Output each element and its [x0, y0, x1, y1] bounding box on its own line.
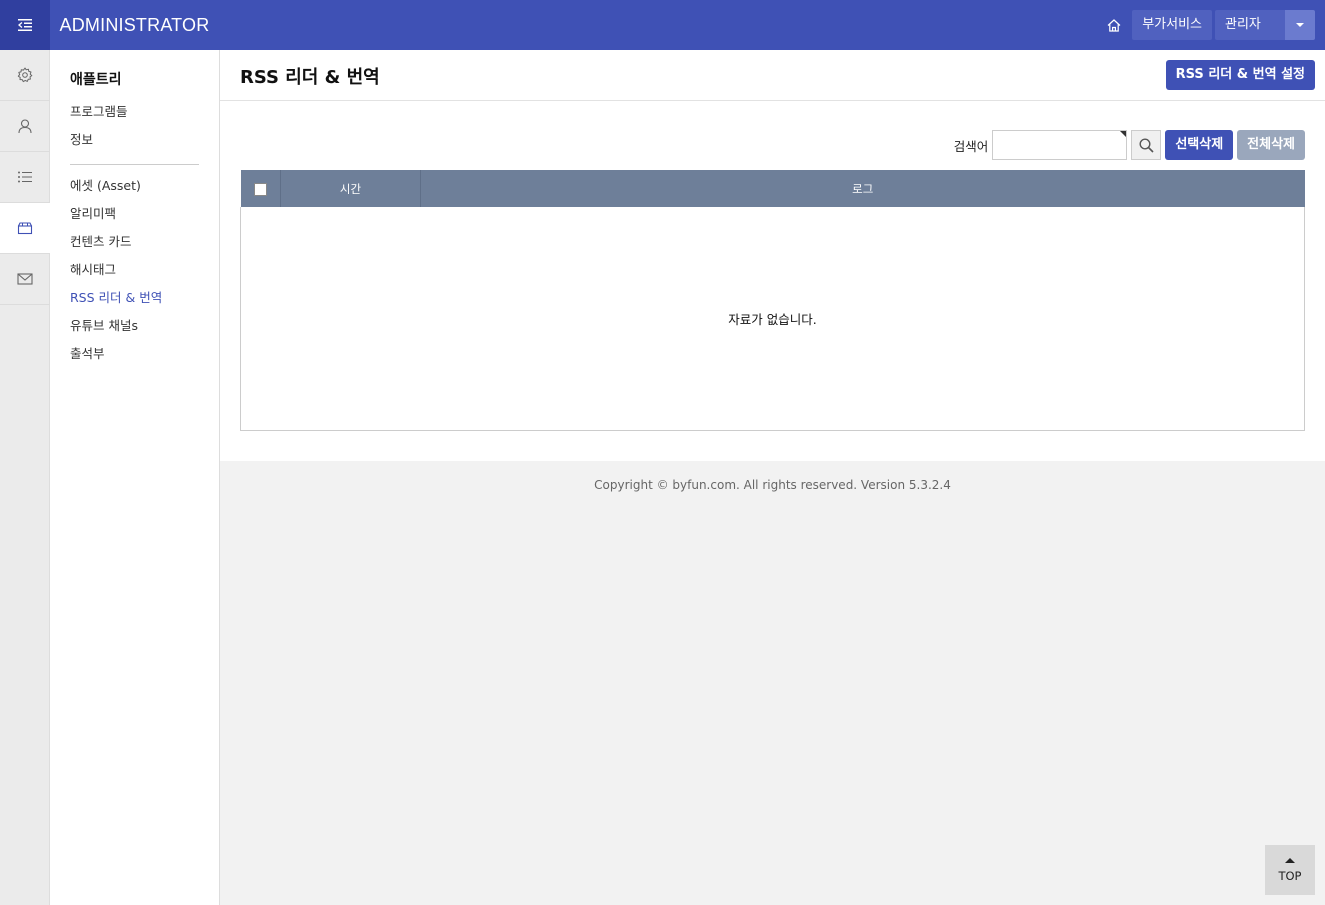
sidebar-item-info[interactable]: 정보	[70, 131, 199, 159]
admin-button[interactable]: 관리자	[1215, 10, 1285, 40]
page-header: RSS 리더 & 번역 RSS 리더 & 번역 설정	[220, 50, 1325, 101]
rail-item-list[interactable]	[0, 152, 50, 203]
sidebar-item-programs[interactable]: 프로그램들	[70, 103, 199, 131]
search-input[interactable]	[992, 130, 1128, 160]
sub-sidebar-title: 애플트리	[70, 72, 122, 88]
page-title: RSS 리더 & 번역	[240, 67, 380, 88]
mail-icon	[17, 273, 33, 285]
scroll-to-top-button[interactable]: TOP	[1265, 845, 1315, 895]
rss-settings-button[interactable]: RSS 리더 & 번역 설정	[1165, 60, 1315, 90]
brand-title[interactable]: ADMINISTRATOR	[50, 0, 219, 50]
log-table: 시간 로그 자료가 없습니다.	[240, 170, 1305, 431]
user-icon	[18, 119, 32, 134]
content-area: 검색어 선택삭제 전체삭제 시간 로그 자료가 없습니다.	[220, 101, 1325, 461]
sidebar-item-content-card[interactable]: 컨텐츠 카드	[70, 233, 199, 261]
table-header-row: 시간 로그	[240, 170, 1305, 207]
menu-collapse-button[interactable]	[0, 0, 50, 50]
sidebar-item-hashtag[interactable]: 해시태그	[70, 261, 199, 289]
caret-down-icon	[1296, 23, 1304, 27]
app-store-icon	[17, 222, 33, 235]
main-content: RSS 리더 & 번역 RSS 리더 & 번역 설정 검색어 선택삭제 전체삭제	[220, 50, 1325, 461]
delete-all-button[interactable]: 전체삭제	[1237, 130, 1305, 160]
select-all-checkbox[interactable]	[253, 182, 267, 196]
rail-item-mail[interactable]	[0, 254, 50, 305]
select-all-header	[240, 170, 281, 207]
empty-message: 자료가 없습니다.	[240, 207, 1305, 431]
icon-rail	[0, 50, 50, 905]
scroll-to-top-label: TOP	[1278, 868, 1302, 883]
sidebar-item-asset[interactable]: 에셋 (Asset)	[70, 177, 199, 205]
column-header-time[interactable]: 시간	[280, 170, 421, 207]
sidebar-item-rss-reader[interactable]: RSS 리더 & 번역	[70, 289, 199, 317]
list-icon	[18, 171, 32, 183]
rail-item-settings[interactable]	[0, 50, 50, 101]
arrow-up-icon	[1285, 857, 1295, 863]
sidebar-item-youtube-channels[interactable]: 유튜브 채널s	[70, 317, 199, 345]
rail-item-users[interactable]	[0, 101, 50, 152]
sidebar-item-notifier-pack[interactable]: 알리미팩	[70, 205, 199, 233]
empty-row: 자료가 없습니다.	[240, 207, 1305, 431]
search-button[interactable]	[1131, 130, 1162, 160]
menu-collapse-icon	[18, 19, 32, 31]
gear-icon	[17, 67, 33, 83]
top-header: ADMINISTRATOR 부가서비스 관리자	[0, 0, 1325, 50]
column-header-log[interactable]: 로그	[421, 170, 1305, 207]
search-toolbar: 검색어 선택삭제 전체삭제	[240, 130, 1305, 160]
rail-item-apps[interactable]	[0, 203, 50, 254]
delete-selected-button[interactable]: 선택삭제	[1165, 130, 1234, 160]
search-icon	[1139, 137, 1154, 153]
admin-dropdown-toggle[interactable]	[1285, 10, 1315, 40]
admin-menu: 관리자	[1215, 10, 1315, 40]
home-icon	[1107, 18, 1121, 32]
sidebar-item-attendance[interactable]: 출석부	[70, 345, 199, 373]
top-right-controls: 부가서비스 관리자	[1099, 10, 1315, 40]
sidebar-divider	[70, 164, 199, 165]
search-label: 검색어	[953, 138, 989, 154]
addon-services-button[interactable]: 부가서비스	[1132, 10, 1212, 40]
search-input-wrapper	[992, 130, 1128, 160]
home-button[interactable]	[1099, 10, 1129, 40]
footer-copyright: Copyright © byfun.com. All rights reserv…	[594, 478, 951, 492]
sub-sidebar: 애플트리 프로그램들 정보 에셋 (Asset) 알리미팩 컨텐츠 카드 해시태…	[50, 50, 220, 905]
